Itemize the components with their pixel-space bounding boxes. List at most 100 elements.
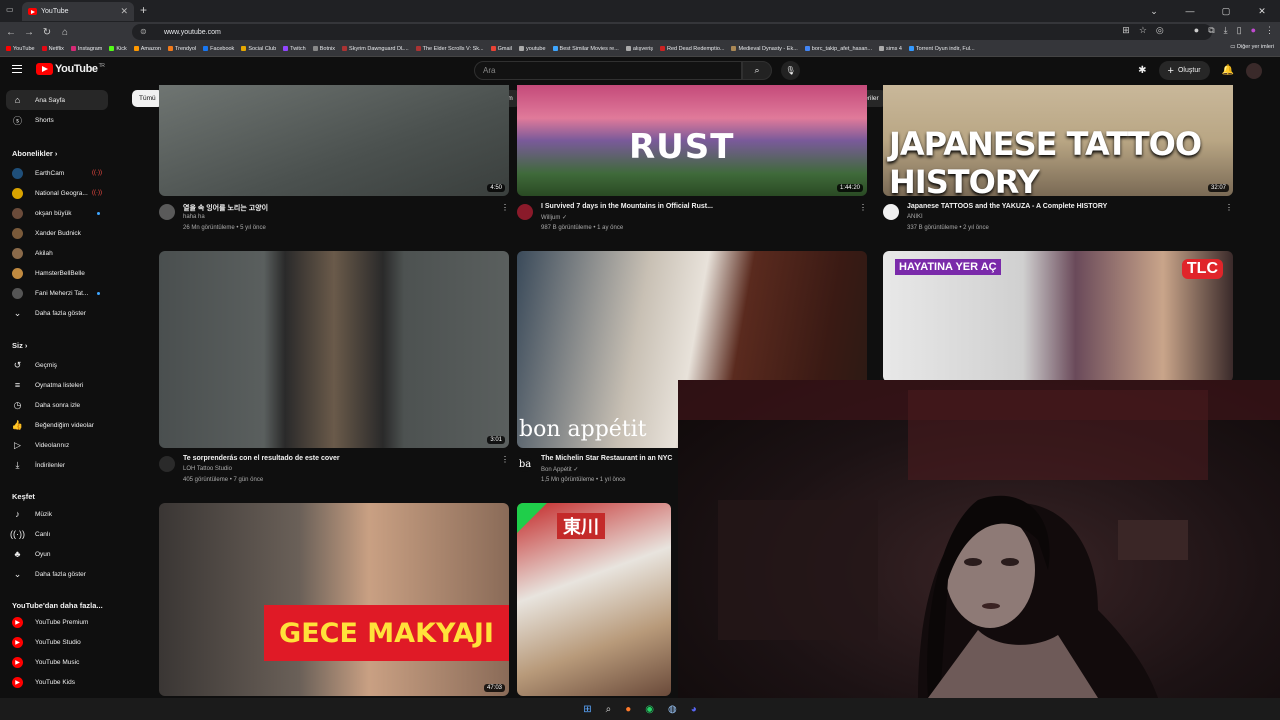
sidebar-subscription[interactable]: EarthCam ((·))	[6, 163, 108, 183]
extensions-puzzle-icon[interactable]: ⧉	[1208, 25, 1214, 36]
video-thumbnail[interactable]: RUST 1:44:20	[517, 85, 867, 196]
extension-icon[interactable]: ●	[1194, 25, 1199, 36]
reload-icon[interactable]: ↻	[38, 27, 56, 38]
sidebar-subscription[interactable]: National Geogra... ((·))	[6, 183, 108, 203]
channel-avatar[interactable]	[517, 204, 533, 220]
bookmark-item[interactable]: Skyrim Dawnguard DL...	[342, 46, 409, 52]
close-window-icon[interactable]: ✕	[1244, 0, 1280, 22]
sidebar-item[interactable]: ⓢ Shorts	[6, 110, 108, 130]
back-icon[interactable]: ←	[2, 27, 20, 38]
forward-icon[interactable]: →	[20, 27, 38, 38]
url-bar[interactable]: ⊜ www.youtube.com	[132, 24, 1212, 40]
bookmark-item[interactable]: alışveriş	[625, 46, 653, 52]
bookmark-item[interactable]: Social Club	[241, 46, 276, 52]
bookmark-item[interactable]: Torrent Oyun indir, Ful...	[908, 46, 975, 52]
notifications-bell-icon[interactable]: 🔔	[1222, 65, 1234, 76]
bookmark-item[interactable]: borc_takip_afet_hasan...	[804, 46, 872, 52]
sidebar-item[interactable]: ♣ Oyun	[6, 544, 108, 564]
more-actions-icon[interactable]: ⋮	[501, 203, 509, 212]
other-bookmarks[interactable]: ▭ Diğer yer imleri	[1230, 44, 1274, 50]
sidebar-subscription[interactable]: Fani Meherzi Tat...	[6, 283, 108, 303]
sidebar-item[interactable]: ⌄ Daha fazla göster	[6, 303, 108, 323]
sidebar-item[interactable]: ↺ Geçmiş	[6, 355, 108, 375]
youtube-logo[interactable]: YouTube TR	[36, 63, 105, 75]
create-button[interactable]: + Oluştur	[1158, 61, 1210, 80]
sidebar-item[interactable]: ▷ Videolarınız	[6, 435, 108, 455]
bookmark-item[interactable]: Netflix	[41, 46, 64, 52]
maximize-icon[interactable]: ▢	[1208, 0, 1244, 22]
sidebar-icon[interactable]: ▯	[1237, 25, 1242, 36]
bookmark-item[interactable]: Kick	[109, 46, 127, 52]
voice-search-button[interactable]: 🎙	[781, 61, 800, 80]
search-button[interactable]: ⌕	[742, 61, 772, 80]
discord-icon[interactable]: ◕	[691, 704, 697, 715]
video-thumbnail[interactable]: 4:50	[159, 85, 509, 196]
video-title[interactable]: Japanese TATTOOS and the YAKUZA - A Comp…	[907, 203, 1107, 210]
bookmark-item[interactable]: Instagram	[70, 46, 102, 52]
bookmark-item[interactable]: Botnix	[312, 46, 335, 52]
sidebar-youtube-app[interactable]: ▶ YouTube Premium	[6, 612, 108, 632]
menu-icon[interactable]: ⋮	[1265, 25, 1274, 36]
sidebar-item[interactable]: ≡ Oynatma listeleri	[6, 375, 108, 395]
video-thumbnail[interactable]: 東川	[517, 503, 671, 696]
channel-avatar[interactable]	[159, 456, 175, 472]
menu-hamburger-icon[interactable]	[12, 65, 22, 73]
more-actions-icon[interactable]: ⋮	[859, 203, 867, 212]
translate-icon[interactable]: ⊞	[1122, 25, 1130, 36]
channel-avatar[interactable]	[883, 204, 899, 220]
sidebar-youtube-app[interactable]: ▶ YouTube Studio	[6, 632, 108, 652]
start-icon[interactable]: ⊞	[583, 704, 591, 715]
channel-avatar[interactable]	[159, 204, 175, 220]
sidebar-item[interactable]: ⌂ Ana Sayfa	[6, 90, 108, 110]
site-info-icon[interactable]: ⊜	[140, 27, 147, 36]
video-title[interactable]: Te sorprenderás con el resultado de este…	[183, 455, 340, 462]
sidebar-item[interactable]: ((·)) Canlı	[6, 524, 108, 544]
sidebar-subscription[interactable]: Akilah	[6, 243, 108, 263]
taskbar-search-icon[interactable]: ⌕	[606, 704, 612, 715]
bookmark-item[interactable]: Trendyol	[167, 46, 196, 52]
channel-avatar[interactable]: ba	[517, 456, 533, 472]
video-title[interactable]: The Michelin Star Restaurant in an NYC	[541, 455, 672, 462]
sidebar-item[interactable]: ⤓ İndirilenler	[6, 455, 108, 475]
sidebar-subscription[interactable]: Xander Budnick	[6, 223, 108, 243]
search-input[interactable]: Ara	[474, 61, 742, 80]
steam-icon[interactable]: ◍	[668, 704, 677, 715]
subscriptions-heading[interactable]: Abonelikler ›	[12, 149, 57, 158]
sidebar-subscription[interactable]: okşan büyük	[6, 203, 108, 223]
channel-name[interactable]: Bon Appétit ✓	[541, 466, 578, 473]
minimize-icon[interactable]: —	[1172, 0, 1208, 22]
bookmark-item[interactable]: Medieval Dynasty - Ek...	[731, 46, 798, 52]
channel-name[interactable]: Willjum ✓	[541, 214, 567, 221]
firefox-icon[interactable]: ●	[625, 704, 631, 715]
browser-tab[interactable]: YouTube ✕	[22, 2, 134, 21]
sidebar-item[interactable]: 👍 Beğendiğim videolar	[6, 415, 108, 435]
home-button-icon[interactable]: ⌂	[56, 27, 74, 38]
close-tab-icon[interactable]: ✕	[120, 6, 128, 17]
video-thumbnail[interactable]: JAPANESE TATTOO HISTORY 32:07	[883, 85, 1233, 196]
account-avatar[interactable]	[1246, 62, 1262, 79]
channel-name[interactable]: haha ha	[183, 214, 205, 220]
bookmark-item[interactable]: Best Similar Movies re...	[552, 46, 619, 52]
sidebar-subscription[interactable]: HamsterBellBelle	[6, 263, 108, 283]
more-actions-icon[interactable]: ⋮	[501, 455, 509, 464]
sidebar-item[interactable]: ⌄ Daha fazla göster	[6, 564, 108, 584]
whatsapp-icon[interactable]: ◉	[645, 704, 654, 715]
video-thumbnail[interactable]: GECE MAKYAJI 47:03	[159, 503, 509, 696]
bookmark-item[interactable]: YouTube	[6, 46, 35, 52]
video-thumbnail[interactable]: 3:01	[159, 251, 509, 448]
bookmark-item[interactable]: sims 4	[879, 46, 902, 52]
bookmark-item[interactable]: Gmail	[490, 46, 512, 52]
channel-name[interactable]: ANIKI	[907, 214, 923, 220]
bookmark-item[interactable]: youtube	[518, 46, 546, 52]
new-tab-button[interactable]: +	[140, 3, 147, 17]
more-actions-icon[interactable]: ⋮	[1225, 203, 1233, 212]
bookmark-item[interactable]: Facebook	[203, 46, 234, 52]
video-title[interactable]: I Survived 7 days in the Mountains in Of…	[541, 203, 713, 210]
video-thumbnail[interactable]: HAYATINA YER AÇ TLC	[883, 251, 1233, 382]
screenshot-icon[interactable]: ◎	[1156, 25, 1164, 36]
bookmark-item[interactable]: Amazon	[133, 46, 161, 52]
tab-search-icon[interactable]: ▭	[6, 5, 14, 14]
profile-icon[interactable]: ●	[1251, 25, 1256, 36]
downloads-icon[interactable]: ⤓	[1224, 25, 1228, 36]
sidebar-item[interactable]: ◷ Daha sonra izle	[6, 395, 108, 415]
